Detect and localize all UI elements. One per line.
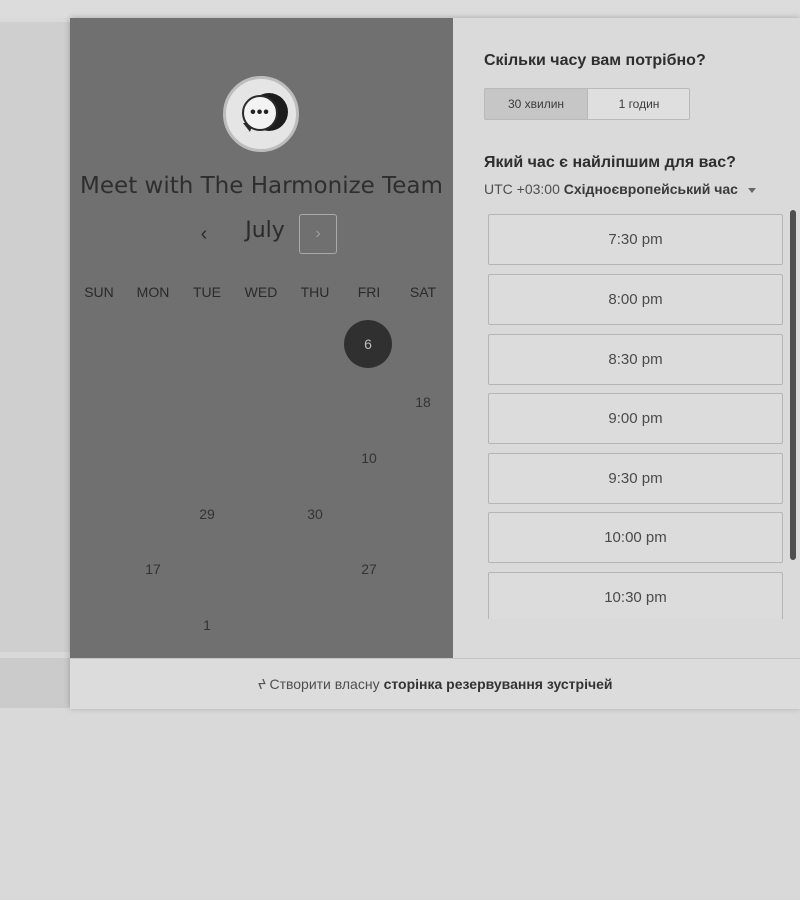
meetings-widget: ••• Meet with The Harmonize Team ‹ July … [70,18,800,709]
weekday-wed: WED [244,284,278,300]
calendar-panel: ••• Meet with The Harmonize Team ‹ July … [70,18,453,658]
time-slot-button[interactable]: 7:30 pm [488,214,783,265]
time-slot-button[interactable]: 10:30 pm [488,572,783,619]
scrollbar-thumb[interactable] [790,210,796,560]
weekday-mon: MON [136,284,170,300]
weekday-thu: THU [300,284,330,300]
time-slot-button[interactable]: 8:30 pm [488,334,783,385]
time-slot-button[interactable]: 9:30 pm [488,453,783,504]
footer-bar: ϟ Створити власну сторінка резервування … [70,658,800,709]
calendar-day[interactable]: 18 [396,394,450,410]
weekday-fri: FRI [357,284,381,300]
chat-bubble-icon: ••• [242,95,278,131]
calendar-day[interactable]: 17 [126,561,180,577]
meeting-title: Meet with The Harmonize Team [80,173,443,199]
time-slot-scrollbar[interactable] [790,210,796,560]
duration-option-1-hour[interactable]: 1 годин [588,89,689,119]
month-navigation: ‹ July › [70,214,453,256]
calendar-day[interactable]: 27 [342,561,396,577]
logo-dots: ••• [250,104,270,121]
weekday-sat: SAT [409,284,437,300]
time-selection-panel: Скільки часу вам потрібно? 30 хвилин 1 г… [453,18,800,658]
caret-down-icon [747,187,756,193]
hubspot-sprocket-icon: ϟ [257,675,266,693]
page-side-shade [0,22,70,652]
weekday-tue: TUE [193,284,221,300]
time-slot-button[interactable]: 10:00 pm [488,512,783,563]
time-question: Який час є найліпшим для вас? [484,154,736,171]
footer-link[interactable]: сторінка резервування зустрічей [384,676,613,692]
time-slot-button[interactable]: 9:00 pm [488,393,783,444]
calendar-day[interactable]: 29 [180,506,234,522]
page-top-band [0,0,800,18]
calendar-day[interactable]: 30 [288,506,342,522]
next-month-button[interactable]: › [299,214,337,254]
calendar-day[interactable]: 10 [342,450,396,466]
duration-toggle: 30 хвилин 1 годин [484,88,690,120]
timezone-offset: UTC +03:00 [484,181,560,197]
team-logo: ••• [223,76,299,152]
duration-option-30-min[interactable]: 30 хвилин [485,89,588,119]
footer-prefix: Створити власну [269,676,380,692]
weekday-sun: SUN [84,284,114,300]
timezone-selector[interactable]: UTC +03:00 Східноєвропейський час [484,181,756,197]
month-label: July [245,218,285,243]
duration-question: Скільки часу вам потрібно? [484,52,706,69]
time-slot-list: 7:30 pm 8:00 pm 8:30 pm 9:00 pm 9:30 pm … [484,214,789,619]
calendar-day[interactable]: 1 [180,617,234,633]
timezone-name: Східноєвропейський час [563,181,738,197]
prev-month-button[interactable]: ‹ [194,220,214,248]
selected-day[interactable]: 6 [344,320,392,368]
time-slot-button[interactable]: 8:00 pm [488,274,783,325]
page-side-shade-lower [0,658,70,708]
